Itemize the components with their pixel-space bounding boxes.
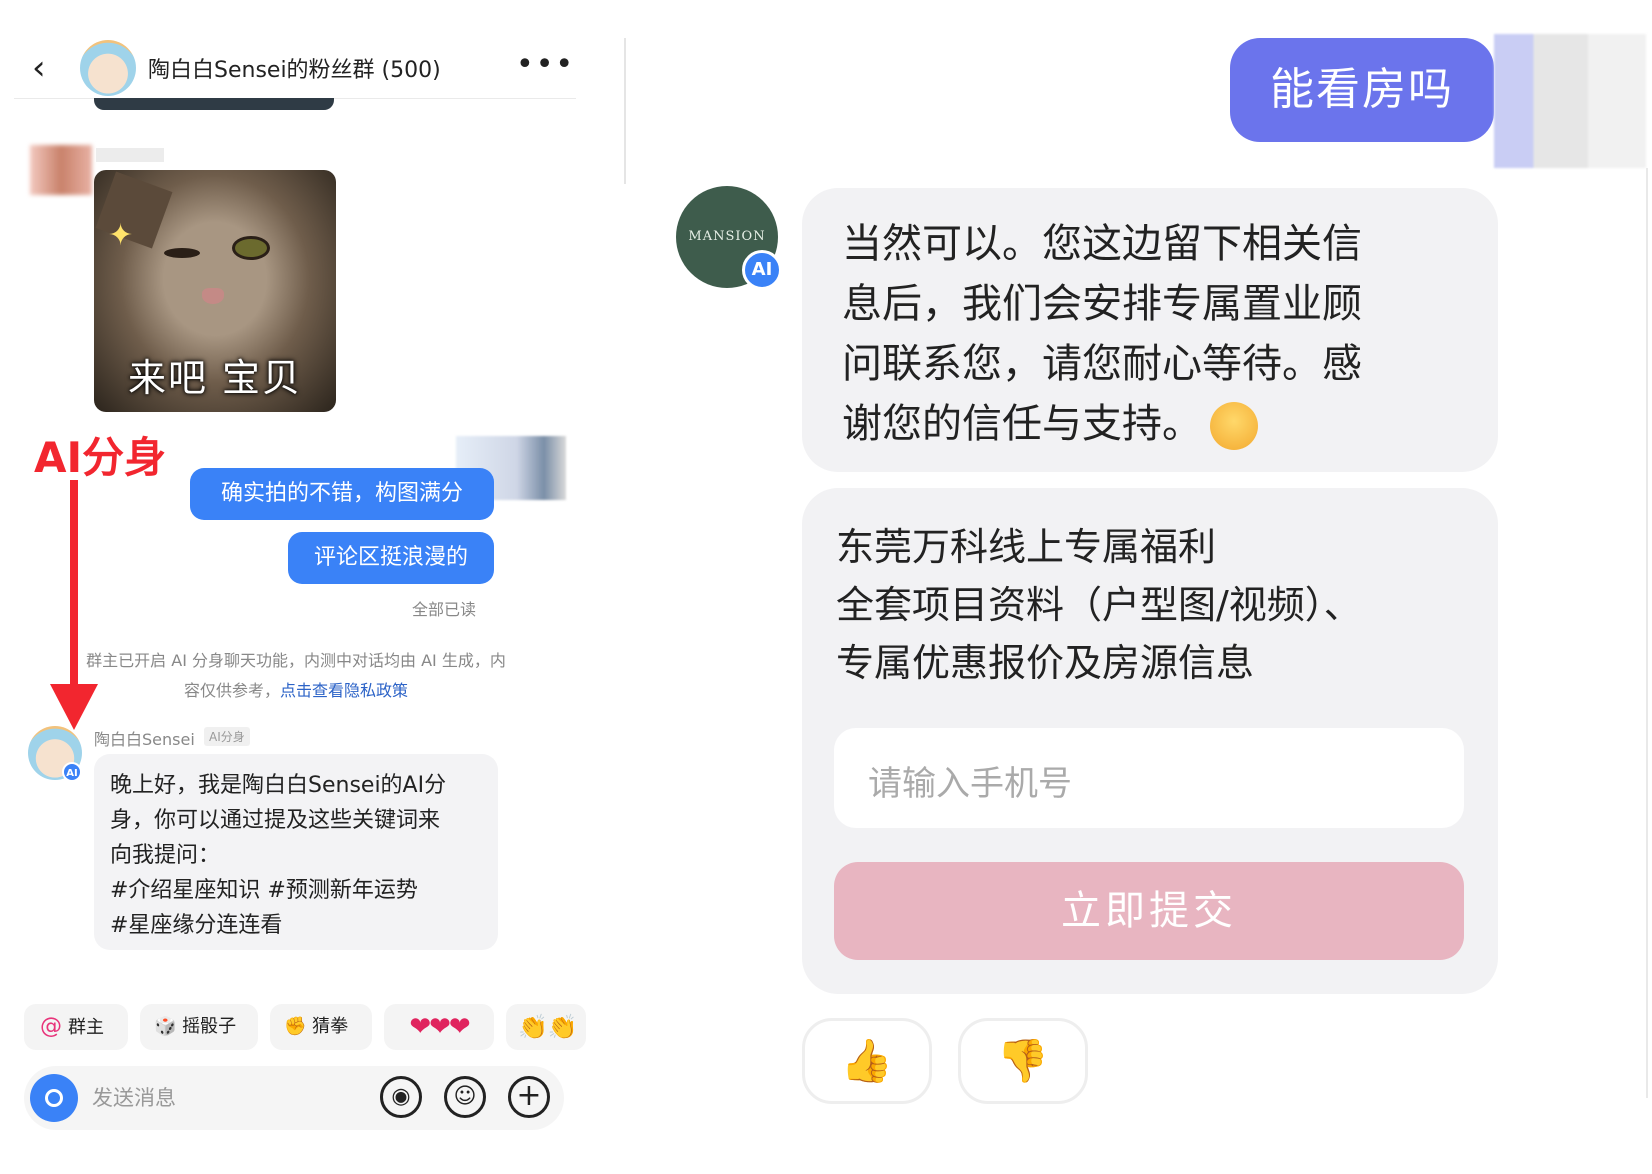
promo-line: 全套项目资料（户型图/视频）、 <box>836 583 1362 627</box>
quick-guess-button[interactable]: ✊ 猜拳 <box>270 1004 372 1050</box>
camera-icon[interactable] <box>30 1074 78 1122</box>
reply-line: 问联系您，请您耐心等待。感 <box>842 341 1362 387</box>
promo-line: 东莞万科线上专属福利 <box>836 525 1217 569</box>
panel-divider <box>624 38 626 184</box>
quick-hearts-button[interactable]: ❤❤❤ <box>384 1004 494 1050</box>
dice-icon: 🎲 <box>154 1016 183 1037</box>
promo-line: 专属优惠报价及房源信息 <box>836 641 1255 685</box>
emoji-icon[interactable]: ☺ <box>444 1076 486 1118</box>
privacy-policy-link[interactable]: 点击查看隐私政策 <box>280 681 408 700</box>
my-message-bubble[interactable]: 确实拍的不错，构图满分 <box>190 468 494 520</box>
ai-sender-name: 陶白白Sensei <box>94 730 195 749</box>
ai-badge: AI <box>62 762 82 782</box>
reply-line: 息后，我们会安排专属置业顾 <box>842 281 1362 327</box>
blurred-username <box>96 148 164 162</box>
quick-label: 摇骰子 <box>182 1016 237 1037</box>
ai-clone-tag: AI分身 <box>204 727 250 746</box>
quick-at-owner-button[interactable]: @ 群主 <box>24 1004 128 1050</box>
annotation-arrow-shaft <box>70 480 78 690</box>
message-input[interactable]: 发送消息 <box>92 1082 176 1112</box>
quick-label: 群主 <box>68 1017 104 1038</box>
my-message-bubble[interactable]: 能看房吗 <box>1230 38 1494 142</box>
chat-panel-left: ‹ 陶白白Sensei的粉丝群 (500) ••• ✦ 来吧 宝贝 AI分身 确… <box>0 0 600 1174</box>
back-icon[interactable]: ‹ <box>32 48 62 88</box>
ai-message-line: 向我提问： <box>110 843 221 868</box>
ai-message-bubble[interactable]: 晚上好，我是陶白白Sensei的AI分 身，你可以通过提及这些关键词来 向我提问… <box>94 754 498 950</box>
cat-eye-open <box>232 236 270 260</box>
annotation-label: AI分身 <box>34 433 167 482</box>
quick-dice-button[interactable]: 🎲 摇骰子 <box>140 1004 258 1050</box>
cat-eye-closed <box>164 248 200 258</box>
right-edge-line <box>1646 168 1648 1098</box>
hand-icon: ✊ <box>284 1016 313 1037</box>
ai-message-line: 晚上好，我是陶白白Sensei的AI分 <box>110 773 447 798</box>
system-notice: 群主已开启 AI 分身聊天功能，内测中对话均由 AI 生成，内容仅供参考，点击查… <box>86 646 506 706</box>
blurred-self-avatar <box>1494 34 1646 168</box>
read-status: 全部已读 <box>412 600 477 619</box>
group-title: 陶白白Sensei的粉丝群 (500) <box>148 58 441 83</box>
group-avatar[interactable] <box>80 40 136 96</box>
phone-input-placeholder[interactable]: 请输入手机号 <box>868 756 1072 805</box>
my-message-bubble[interactable]: 评论区挺浪漫的 <box>288 532 494 584</box>
thumbs-up-icon[interactable]: 👍 <box>802 1018 932 1104</box>
reply-line: 谢您的信任与支持。 <box>842 401 1202 447</box>
smile-emoji-icon <box>1210 402 1258 450</box>
plus-icon[interactable]: + <box>508 1076 550 1118</box>
ai-badge: AI <box>742 250 782 290</box>
previous-image-edge <box>94 98 334 110</box>
promo-text: 东莞万科线上专属福利 全套项目资料（户型图/视频）、 专属优惠报价及房源信息 <box>836 518 1362 692</box>
more-icon[interactable]: ••• <box>516 50 575 80</box>
quick-clap-button[interactable]: 👏👏 <box>506 1004 586 1050</box>
submit-button[interactable]: 立即提交 <box>834 862 1464 960</box>
ai-message-line: #星座缘分连连看 <box>110 913 283 938</box>
sparkle-icon: ✦ <box>108 218 134 253</box>
ai-message-line: 身，你可以通过提及这些关键词来 <box>110 808 441 833</box>
cat-sticker-image[interactable]: ✦ 来吧 宝贝 <box>94 170 336 412</box>
reply-line: 当然可以。您这边留下相关信 <box>842 221 1362 267</box>
ai-message-line: #介绍星座知识 #预测新年运势 <box>110 878 418 903</box>
ai-reply-bubble[interactable]: 当然可以。您这边留下相关信 息后，我们会安排专属置业顾 问联系您，请您耐心等待。… <box>802 188 1498 472</box>
cat-nose <box>202 288 224 304</box>
blurred-avatar <box>30 145 92 195</box>
quick-label: 猜拳 <box>312 1016 349 1037</box>
thumbs-down-icon[interactable]: 👎 <box>958 1018 1088 1104</box>
sticker-caption: 来吧 宝贝 <box>127 356 303 400</box>
voice-icon[interactable]: ◉ <box>380 1076 422 1118</box>
at-icon: @ <box>40 1014 62 1039</box>
